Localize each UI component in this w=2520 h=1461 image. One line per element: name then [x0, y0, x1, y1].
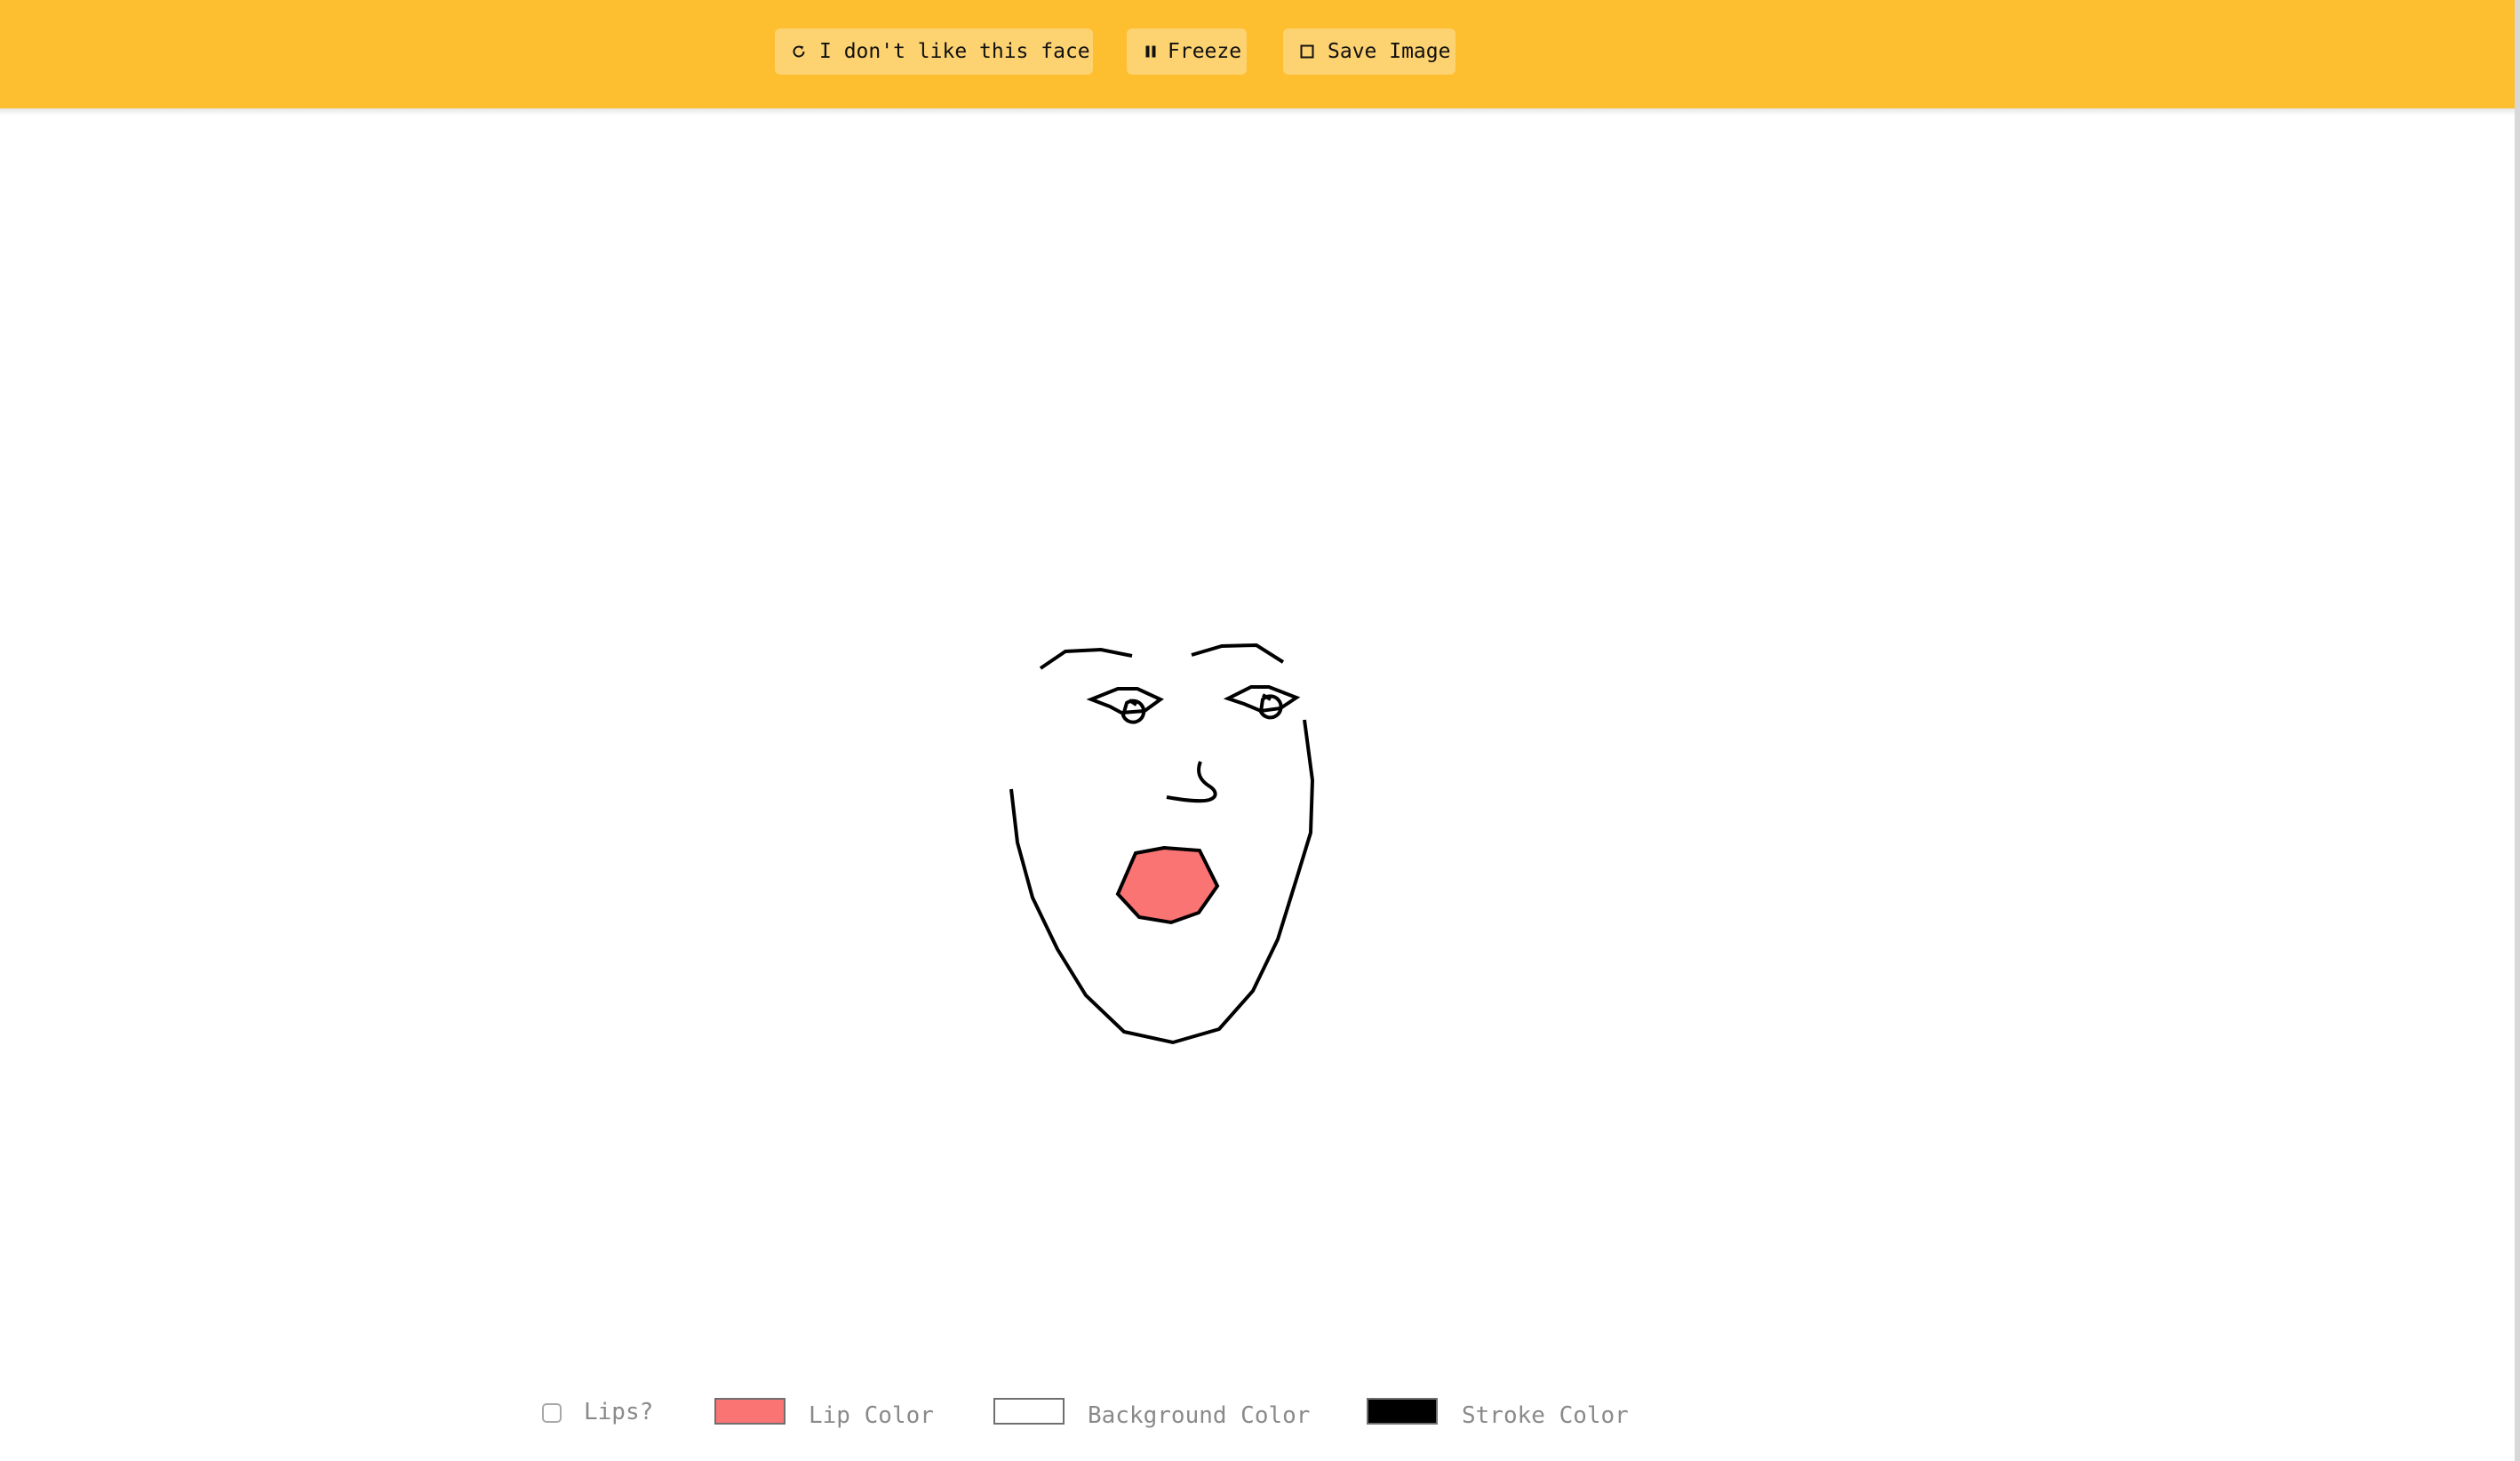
freeze-button-label: Freeze	[1168, 40, 1242, 63]
stroke-color-swatch[interactable]	[1367, 1398, 1438, 1425]
background-color-swatch[interactable]	[993, 1398, 1065, 1425]
lip-color-label: Lip Color	[809, 1402, 934, 1429]
lips-checkbox[interactable]	[542, 1403, 562, 1423]
nose	[1166, 761, 1217, 803]
save-image-button-label: Save Image	[1328, 40, 1451, 63]
controls-bar: Lips? Lip Color Background Color Stroke …	[0, 1386, 2515, 1440]
scrollbar[interactable]	[2515, 0, 2520, 1461]
left-eyebrow	[1039, 647, 1133, 670]
background-color-label: Background Color	[1088, 1402, 1311, 1429]
stroke-color-label: Stroke Color	[1462, 1402, 1629, 1429]
lips-checkbox-label: Lips?	[584, 1399, 654, 1425]
top-toolbar: I don't like this face Freeze Save Image	[0, 0, 2515, 108]
page: I don't like this face Freeze Save Image	[0, 0, 2520, 1461]
right-eyebrow	[1191, 643, 1285, 664]
face-drawing	[1009, 643, 1315, 1045]
lip-color-swatch[interactable]	[714, 1398, 786, 1425]
refresh-icon	[791, 44, 807, 60]
save-image-button[interactable]: Save Image	[1283, 28, 1455, 75]
new-face-button-label: I don't like this face	[819, 40, 1090, 63]
toolbar-shadow	[0, 108, 2515, 116]
square-icon	[1299, 44, 1315, 60]
face-canvas[interactable]	[0, 116, 2515, 1333]
freeze-button[interactable]: Freeze	[1127, 28, 1247, 75]
pause-icon	[1143, 44, 1159, 60]
lips	[1115, 845, 1220, 925]
new-face-button[interactable]: I don't like this face	[775, 28, 1093, 75]
